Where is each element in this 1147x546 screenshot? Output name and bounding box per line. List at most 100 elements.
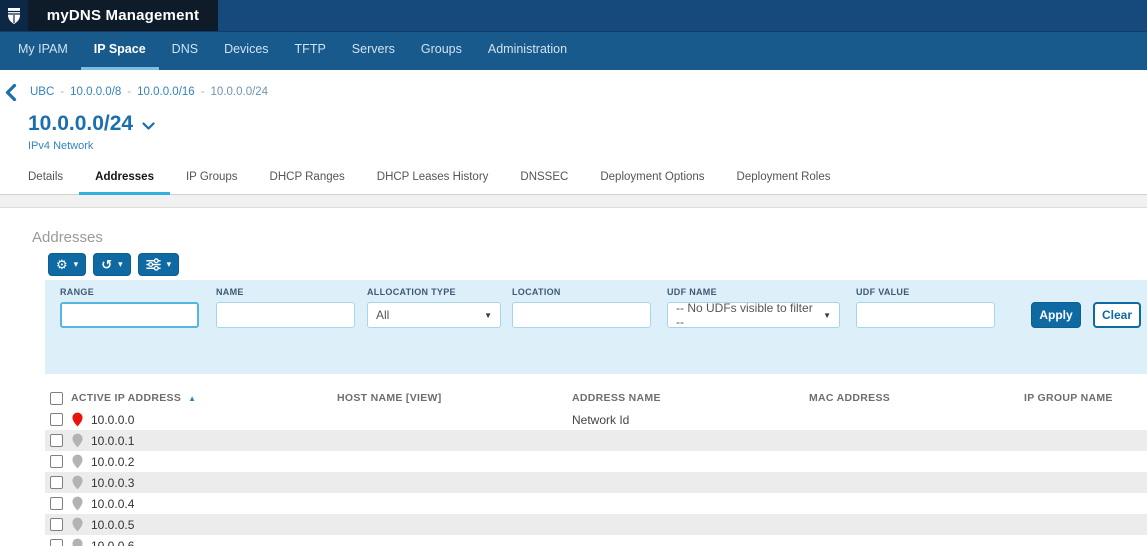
table-row[interactable]: 10.0.0.2 [45,451,1147,472]
table-row[interactable]: 10.0.0.4 [45,493,1147,514]
table-row[interactable]: 10.0.0.0 Network Id [45,409,1147,430]
row-checkbox[interactable] [50,434,63,447]
ip-address: 10.0.0.0 [91,413,134,427]
breadcrumb-items: UBC-10.0.0.0/8-10.0.0.0/16-10.0.0.0/24 [30,86,268,98]
breadcrumb-separator: - [127,86,131,98]
row-checkbox[interactable] [50,413,63,426]
breadcrumb-separator: - [60,86,64,98]
free-address-pin-icon [72,517,83,532]
breadcrumb: UBC-10.0.0.0/8-10.0.0.0/16-10.0.0.0/24 [0,70,1147,101]
dropdown-arrow-icon: ▼ [823,311,831,320]
apply-button[interactable]: Apply [1031,302,1081,328]
tab-deployment-options[interactable]: Deployment Options [584,167,720,195]
row-checkbox[interactable] [50,539,63,546]
select-all-checkbox[interactable] [50,392,63,405]
tab-deployment-roles[interactable]: Deployment Roles [721,167,847,195]
free-address-pin-icon [72,538,83,546]
nav-item-tftp[interactable]: TFTP [282,32,339,70]
tab-dhcp-ranges[interactable]: DHCP Ranges [254,167,361,195]
ip-address: 10.0.0.5 [91,518,134,532]
gear-icon: ⚙ [56,258,68,271]
nav-item-ip-space[interactable]: IP Space [81,32,159,70]
sliders-icon [146,258,161,271]
free-address-pin-icon [72,475,83,490]
breadcrumb-separator: - [201,86,205,98]
filter-panel: RANGE NAME ALLOCATION TYPE All ▼ LOCATIO… [45,280,1147,374]
nav-item-dns[interactable]: DNS [159,32,211,70]
location-input[interactable] [512,302,651,328]
table-body: 10.0.0.0 Network Id 10.0.0.1 10.0.0.2 [45,409,1147,546]
udf-name-select[interactable]: -- No UDFs visible to filter -- ▼ [667,302,840,328]
row-checkbox[interactable] [50,455,63,468]
table-row[interactable]: 10.0.0.6 [45,535,1147,546]
column-header-ip-group-name[interactable]: IP GROUP NAME [1024,392,1147,404]
settings-menu-button[interactable]: ⚙ ▾ [48,253,86,276]
dropdown-arrow-icon: ▼ [484,311,492,320]
page-subtitle: IPv4 Network [28,140,1147,152]
breadcrumb-item[interactable]: 10.0.0.0/8 [70,86,121,98]
clear-button[interactable]: Clear [1093,302,1141,328]
free-address-pin-icon [72,454,83,469]
page-title-text: 10.0.0.0/24 [28,112,133,136]
column-header-active-ip-address[interactable]: ACTIVE IP ADDRESS ▲ [71,392,337,404]
table-header: ACTIVE IP ADDRESS ▲ HOST NAME [VIEW] ADD… [45,387,1147,409]
tab-dnssec[interactable]: DNSSEC [504,167,584,195]
page-title: 10.0.0.0/24 [28,110,1147,137]
nav-item-servers[interactable]: Servers [339,32,408,70]
tab-addresses[interactable]: Addresses [79,167,170,195]
app-title: myDNS Management [28,0,218,31]
chevron-down-icon [142,122,155,131]
name-label: NAME [216,287,355,298]
column-header-mac-address[interactable]: MAC ADDRESS [809,392,1024,404]
row-checkbox[interactable] [50,497,63,510]
tab-ip-groups[interactable]: IP Groups [170,167,254,195]
chevron-down-icon: ▾ [118,260,123,269]
title-dropdown[interactable] [142,113,155,137]
row-checkbox[interactable] [50,518,63,531]
ip-address: 10.0.0.2 [91,455,134,469]
back-button[interactable] [5,83,21,101]
allocation-type-select[interactable]: All ▼ [367,302,501,328]
range-label: RANGE [60,287,199,298]
ip-address: 10.0.0.4 [91,497,134,511]
nav-item-administration[interactable]: Administration [475,32,580,70]
table-row[interactable]: 10.0.0.3 [45,472,1147,493]
network-id-pin-icon [72,412,83,427]
allocation-type-value: All [376,308,389,322]
free-address-pin-icon [72,433,83,448]
free-address-pin-icon [72,496,83,511]
breadcrumb-item: 10.0.0.0/24 [211,86,269,98]
nav-item-devices[interactable]: Devices [211,32,281,70]
row-checkbox[interactable] [50,476,63,489]
column-header-address-name[interactable]: ADDRESS NAME [572,392,809,404]
breadcrumb-item[interactable]: UBC [30,86,54,98]
ip-address: 10.0.0.3 [91,476,134,490]
history-menu-button[interactable]: ↺ ▾ [93,253,130,276]
address-name-cell: Network Id [572,413,809,427]
location-label: LOCATION [512,287,651,298]
nav-item-groups[interactable]: Groups [408,32,475,70]
chevron-down-icon: ▾ [167,260,172,269]
ip-address: 10.0.0.1 [91,434,134,448]
udf-value-label: UDF VALUE [856,287,995,298]
udf-name-value: -- No UDFs visible to filter -- [676,301,817,329]
column-header-host-name[interactable]: HOST NAME [VIEW] [337,392,572,404]
breadcrumb-item[interactable]: 10.0.0.0/16 [137,86,195,98]
nav-item-my-ipam[interactable]: My IPAM [5,32,81,70]
addresses-table: ACTIVE IP ADDRESS ▲ HOST NAME [VIEW] ADD… [45,387,1147,546]
ubc-crest-icon [7,7,21,25]
name-input[interactable] [216,302,355,328]
chevron-left-icon [5,84,17,101]
history-icon: ↺ [101,258,112,271]
udf-value-input[interactable] [856,302,995,328]
range-input[interactable] [60,302,199,328]
sort-asc-icon: ▲ [188,394,196,403]
tab-details[interactable]: Details [12,167,79,195]
addresses-toolbar: ⚙ ▾ ↺ ▾ ▾ [48,253,1147,276]
table-row[interactable]: 10.0.0.1 [45,430,1147,451]
ubc-logo-icon[interactable] [0,0,28,31]
main-nav: My IPAM IP Space DNS Devices TFTP Server… [0,32,1147,70]
columns-filter-menu-button[interactable]: ▾ [138,253,180,276]
table-row[interactable]: 10.0.0.5 [45,514,1147,535]
tab-dhcp-leases-history[interactable]: DHCP Leases History [361,167,505,195]
